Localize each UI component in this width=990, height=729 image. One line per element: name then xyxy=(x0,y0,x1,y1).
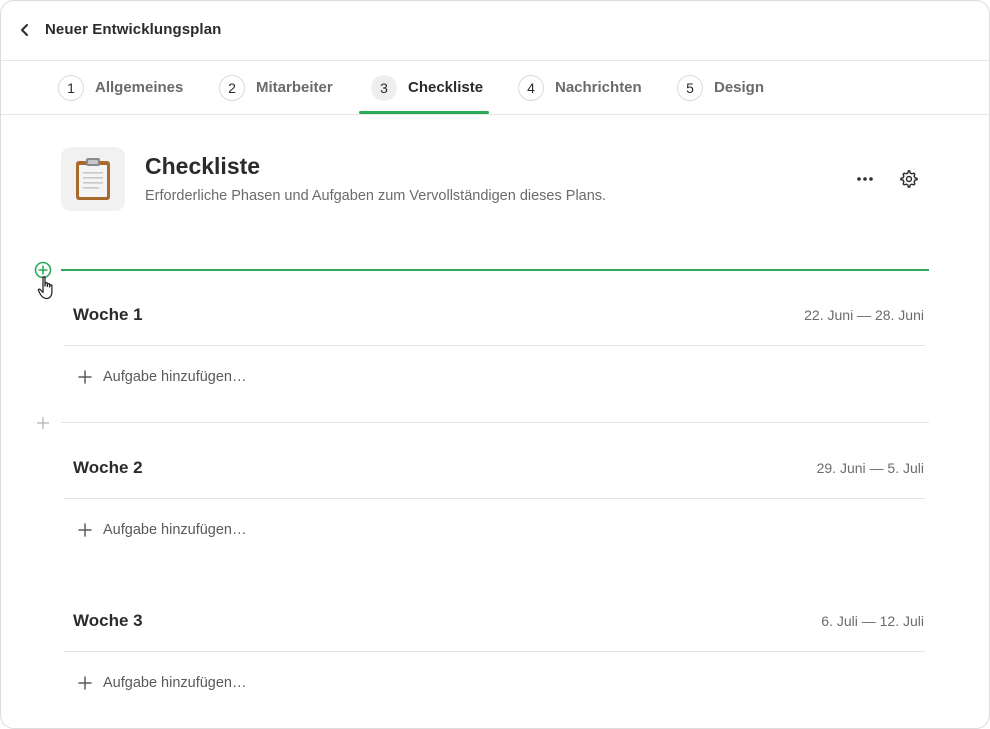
tab-checkliste[interactable]: 3 Checkliste xyxy=(371,61,483,114)
more-horizontal-icon xyxy=(857,177,873,181)
tab-step-number: 4 xyxy=(518,74,544,101)
step-tabs: 1 Allgemeines 2 Mitarbeiter 3 Checkliste… xyxy=(1,61,989,115)
add-task-button[interactable]: Aufgabe hinzufügen… xyxy=(78,367,247,387)
plus-circle-icon xyxy=(34,261,52,279)
gear-icon xyxy=(900,170,918,188)
tab-label: Checkliste xyxy=(408,79,484,96)
active-tab-indicator xyxy=(359,111,489,114)
settings-button[interactable] xyxy=(896,166,922,192)
chevron-left-icon xyxy=(21,24,28,36)
add-task-label: Aufgabe hinzufügen… xyxy=(103,369,247,385)
add-task-button[interactable]: Aufgabe hinzufügen… xyxy=(78,520,247,540)
week-divider xyxy=(64,345,925,346)
clipboard-icon xyxy=(76,158,110,200)
tab-mitarbeiter[interactable]: 2 Mitarbeiter xyxy=(219,61,333,114)
plan-editor-window: Neuer Entwicklungsplan 1 Allgemeines 2 M… xyxy=(0,0,990,729)
tab-allgemeines[interactable]: 1 Allgemeines xyxy=(58,61,183,114)
add-task-button[interactable]: Aufgabe hinzufügen… xyxy=(78,673,247,693)
week-divider xyxy=(64,498,925,499)
insert-phase-button[interactable] xyxy=(36,416,50,430)
tab-design[interactable]: 5 Design xyxy=(677,61,764,114)
section-subtitle: Erforderliche Phasen und Aufgaben zum Ve… xyxy=(145,188,607,204)
insert-phase-button-active[interactable] xyxy=(34,261,52,279)
tab-label: Allgemeines xyxy=(95,79,184,96)
tab-label: Mitarbeiter xyxy=(256,79,333,96)
week-date-range: 29. Juni — 5. Juli xyxy=(816,460,924,476)
plus-icon xyxy=(78,676,92,690)
plus-icon xyxy=(78,370,92,384)
back-button[interactable] xyxy=(13,18,37,42)
tab-step-number: 3 xyxy=(371,74,397,101)
tab-label: Design xyxy=(714,79,765,96)
tab-step-number: 2 xyxy=(219,74,245,101)
week-title[interactable]: Woche 2 xyxy=(73,458,143,478)
section-title: Checkliste xyxy=(145,153,261,179)
header: Neuer Entwicklungsplan xyxy=(1,1,989,61)
plus-icon xyxy=(78,523,92,537)
tab-nachrichten[interactable]: 4 Nachrichten xyxy=(518,61,642,114)
week-date-range: 6. Juli — 12. Juli xyxy=(821,613,924,629)
tab-step-number: 1 xyxy=(58,74,84,101)
checklist-section-icon xyxy=(61,147,125,211)
week-date-range: 22. Juni — 28. Juni xyxy=(804,307,924,323)
week-divider xyxy=(64,651,925,652)
week-title[interactable]: Woche 1 xyxy=(73,305,143,325)
insert-phase-line-active[interactable] xyxy=(61,269,929,271)
tab-label: Nachrichten xyxy=(555,79,642,96)
page-title: Neuer Entwicklungsplan xyxy=(45,21,222,38)
insert-phase-line[interactable] xyxy=(61,422,929,423)
tab-step-number: 5 xyxy=(677,74,703,101)
plus-icon xyxy=(36,416,50,430)
week-title[interactable]: Woche 3 xyxy=(73,611,143,631)
more-options-button[interactable] xyxy=(851,167,879,191)
add-task-label: Aufgabe hinzufügen… xyxy=(103,675,247,691)
add-task-label: Aufgabe hinzufügen… xyxy=(103,522,247,538)
